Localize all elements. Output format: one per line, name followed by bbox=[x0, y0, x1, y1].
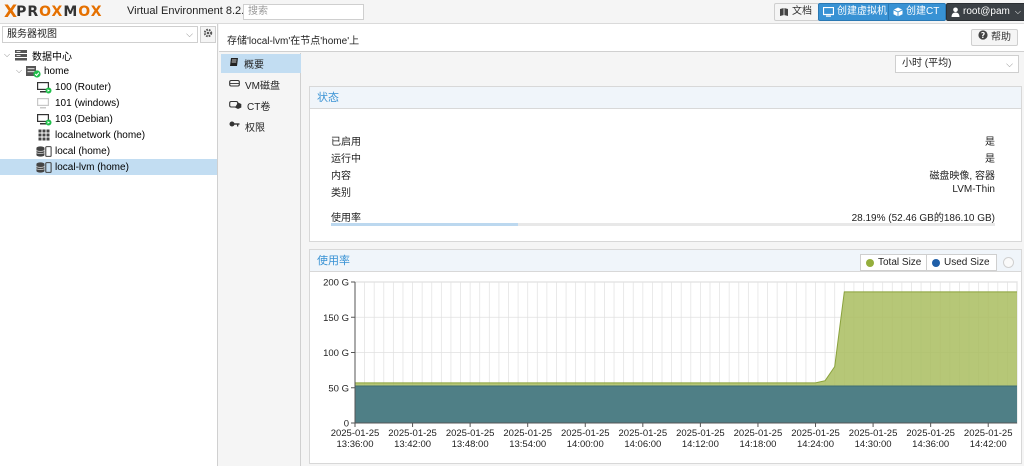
status-row-active: 运行中 是 bbox=[331, 154, 995, 165]
expand-toggle-icon[interactable]: ⌵ bbox=[16, 66, 25, 76]
tree-item-storage-local[interactable]: local (home) bbox=[0, 143, 217, 159]
status-row-type: 类别 LVM-Thin bbox=[331, 184, 995, 199]
vm-running-icon bbox=[36, 80, 52, 94]
status-row-usage: 使用率 28.19% (52.46 GB的186.10 GB) bbox=[331, 213, 995, 224]
usage-chart-panel: 使用率 Total Size Used Size 0 50 G 100 G 150 G… bbox=[309, 249, 1022, 464]
question-circle-icon: ? bbox=[978, 30, 988, 45]
chart-x-tick-label-date: 2025-01-25 bbox=[676, 428, 725, 439]
help-button[interactable]: ? 帮助 bbox=[971, 29, 1018, 46]
legend-total-size[interactable]: Total Size bbox=[860, 254, 929, 271]
chart-x-tick-label-date: 2025-01-25 bbox=[503, 428, 552, 439]
legend-dot-icon bbox=[932, 258, 940, 267]
user-menu-button[interactable]: root@pam ⌵ bbox=[946, 3, 1024, 21]
storage-subnav: 概要 VM磁盘 CT卷 权限 bbox=[219, 53, 301, 466]
legend-dot-icon bbox=[866, 258, 874, 267]
chart-x-tick-label-date: 2025-01-25 bbox=[791, 428, 840, 439]
usage-progress-fill bbox=[331, 223, 519, 226]
summary-content: 小时 (平均) ⌵ 状态 已启用 是 运行中 是 内容 磁盘映像, 容器 类别 … bbox=[302, 53, 1024, 466]
chart-y-tick-label: 50 G bbox=[328, 383, 349, 394]
monitor-icon bbox=[823, 7, 834, 17]
product-version: Virtual Environment 8.2.2 bbox=[127, 5, 251, 17]
chart-x-tick-label-time: 13:54:00 bbox=[509, 439, 546, 450]
usage-progress-bar bbox=[331, 223, 995, 226]
svg-text:?: ? bbox=[981, 31, 985, 40]
create-ct-button[interactable]: 创建CT bbox=[888, 3, 947, 21]
chart-x-tick-label-time: 13:36:00 bbox=[337, 439, 374, 450]
status-row-content: 内容 磁盘映像, 容器 bbox=[331, 171, 995, 182]
chart-series-area-used-size bbox=[355, 386, 1017, 423]
chart-x-tick-label-time: 14:36:00 bbox=[912, 439, 949, 450]
nav-summary[interactable]: 概要 bbox=[221, 54, 301, 73]
book-icon bbox=[779, 7, 789, 17]
node-online-icon bbox=[25, 64, 41, 78]
storage-icon bbox=[36, 144, 52, 158]
top-bar: X PROXMOX Virtual Environment 8.2.2 搜索 文档… bbox=[0, 0, 1024, 24]
nav-ct-volumes[interactable]: CT卷 bbox=[221, 96, 301, 115]
view-selector[interactable]: 服务器视图 ⌵ bbox=[2, 26, 198, 43]
chart-y-tick-label: 100 G bbox=[323, 348, 349, 359]
usage-area-chart: 050 G100 G150 G200 G2025-01-2513:36:0020… bbox=[323, 278, 1018, 450]
chart-x-tick-label-date: 2025-01-25 bbox=[446, 428, 495, 439]
book-icon bbox=[229, 57, 239, 70]
chart-x-tick-label-time: 14:42:00 bbox=[970, 439, 1007, 450]
chart-x-tick-label-date: 2025-01-25 bbox=[734, 428, 783, 439]
vm-running-icon bbox=[36, 112, 52, 126]
vm-stopped-icon bbox=[36, 96, 52, 110]
datacenter-icon bbox=[13, 48, 29, 62]
user-icon bbox=[951, 7, 960, 17]
chevron-down-icon: ⌵ bbox=[1014, 7, 1021, 16]
tree-item-node-home[interactable]: ⌵ home bbox=[0, 63, 217, 79]
chart-x-tick-label-date: 2025-01-25 bbox=[964, 428, 1013, 439]
cube-icon bbox=[893, 7, 903, 17]
expand-toggle-icon[interactable]: ⌵ bbox=[4, 50, 13, 60]
chevron-down-icon: ⌵ bbox=[186, 29, 193, 39]
create-vm-button[interactable]: 创建虚拟机 bbox=[818, 3, 894, 21]
tree-settings-button[interactable] bbox=[200, 26, 216, 43]
docs-button[interactable]: 文档 bbox=[774, 3, 819, 21]
network-grid-icon bbox=[36, 128, 52, 142]
chart-x-tick-label-time: 14:12:00 bbox=[682, 439, 719, 450]
chart-x-tick-label-date: 2025-01-25 bbox=[561, 428, 610, 439]
tree-item-datacenter[interactable]: ⌵ 数据中心 bbox=[0, 47, 217, 63]
status-panel: 状态 已启用 是 运行中 是 内容 磁盘映像, 容器 类别 LVM-Thin 使… bbox=[309, 86, 1022, 242]
chart-x-tick-label-time: 14:18:00 bbox=[739, 439, 776, 450]
proxmox-logo[interactable]: X PROXMOX bbox=[4, 2, 103, 22]
chart-x-tick-label-time: 13:42:00 bbox=[394, 439, 431, 450]
key-icon bbox=[229, 120, 240, 133]
chart-y-tick-label: 200 G bbox=[323, 278, 349, 289]
chart-x-tick-label-date: 2025-01-25 bbox=[906, 428, 955, 439]
chart-x-tick-label-time: 14:06:00 bbox=[624, 439, 661, 450]
content-header: 存储'local-lvm'在节点'home'上 ? 帮助 bbox=[219, 24, 1024, 52]
tree-item-vm-103[interactable]: 103 (Debian) bbox=[0, 111, 217, 127]
chart-undo-zoom-icon[interactable] bbox=[1003, 257, 1014, 268]
chart-x-tick-label-time: 14:24:00 bbox=[797, 439, 834, 450]
chart-x-tick-label-date: 2025-01-25 bbox=[331, 428, 380, 439]
search-input[interactable]: 搜索 bbox=[243, 4, 364, 20]
usage-chart-title: 使用率 Total Size Used Size bbox=[310, 250, 1021, 272]
tree-item-vm-100[interactable]: 100 (Router) bbox=[0, 79, 217, 95]
resource-tree-panel: 服务器视图 ⌵ ⌵ 数据中心 ⌵ home 100 (Router) 101 (… bbox=[0, 24, 218, 466]
disk-icon bbox=[229, 78, 240, 91]
status-panel-title: 状态 bbox=[310, 87, 1021, 109]
chart-x-tick-label-date: 2025-01-25 bbox=[388, 428, 437, 439]
chart-x-tick-label-time: 14:00:00 bbox=[567, 439, 604, 450]
tree-item-localnetwork[interactable]: localnetwork (home) bbox=[0, 127, 217, 143]
breadcrumb: 存储'local-lvm'在节点'home'上 bbox=[227, 36, 360, 47]
nav-vm-disks[interactable]: VM磁盘 bbox=[221, 75, 301, 94]
timeframe-select[interactable]: 小时 (平均) ⌵ bbox=[895, 55, 1019, 73]
storage-icon bbox=[36, 160, 52, 174]
chart-x-tick-label-time: 13:48:00 bbox=[452, 439, 489, 450]
chevron-down-icon: ⌵ bbox=[1006, 59, 1013, 69]
chart-x-tick-label-date: 2025-01-25 bbox=[849, 428, 898, 439]
chart-x-tick-label-time: 14:30:00 bbox=[855, 439, 892, 450]
container-disk-icon bbox=[229, 99, 242, 112]
nav-permissions[interactable]: 权限 bbox=[221, 117, 301, 136]
gear-icon bbox=[203, 28, 213, 41]
chart-x-tick-label-date: 2025-01-25 bbox=[619, 428, 668, 439]
tree-item-vm-101[interactable]: 101 (windows) bbox=[0, 95, 217, 111]
legend-used-size[interactable]: Used Size bbox=[926, 254, 997, 271]
chart-y-tick-label: 150 G bbox=[323, 313, 349, 324]
status-row-enabled: 已启用 是 bbox=[331, 137, 995, 148]
tree-item-storage-local-lvm[interactable]: local-lvm (home) bbox=[0, 159, 217, 175]
